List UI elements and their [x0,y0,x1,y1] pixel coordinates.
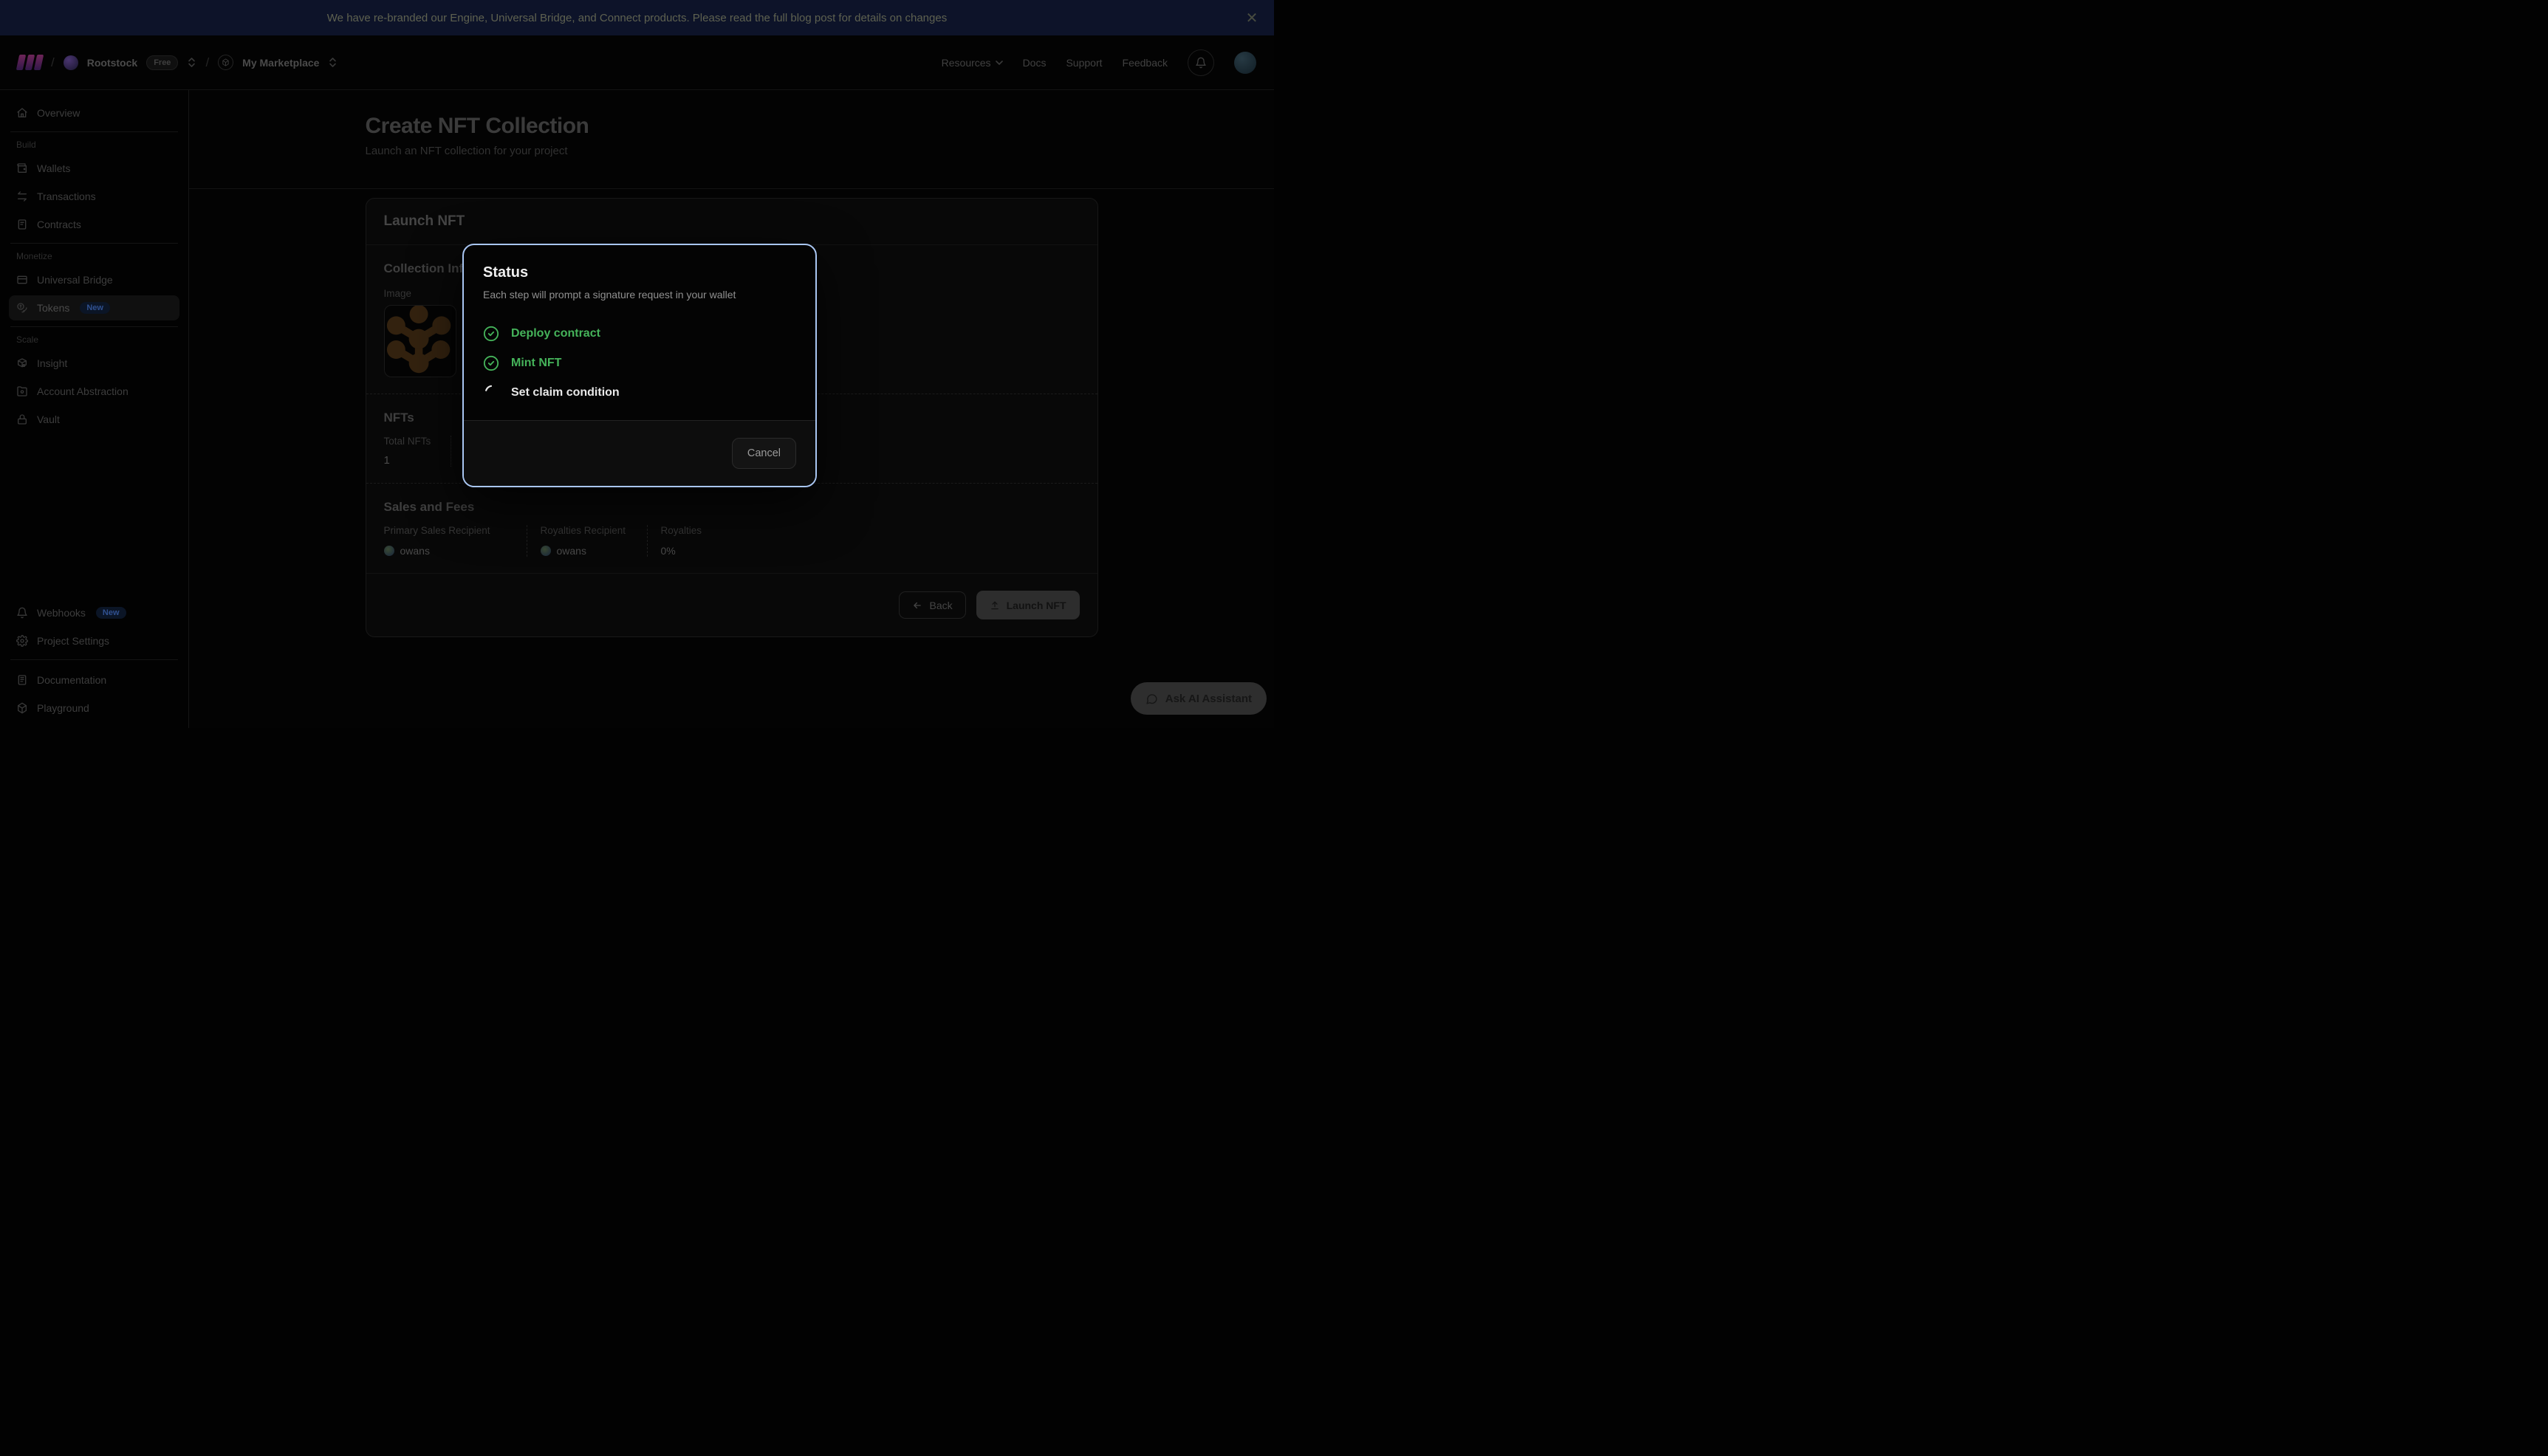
team-avatar [64,55,78,70]
cancel-button[interactable]: Cancel [732,438,796,469]
team-switcher-chevrons-icon[interactable] [187,57,196,68]
wallet-avatar [541,546,551,556]
divider [189,188,1274,189]
spinner-icon [483,385,499,401]
divider [10,243,178,244]
sidebar-item-universal-bridge[interactable]: Universal Bridge [9,267,179,292]
sidebar-item-transactions[interactable]: Transactions [9,184,179,209]
nft-collection-image [384,305,456,377]
sidebar-item-account-abstraction[interactable]: Account Abstraction [9,379,179,404]
home-icon [16,107,28,119]
plan-badge: Free [146,55,178,70]
insight-box-icon [16,357,28,369]
sidebar-item-insight[interactable]: Insight [9,351,179,376]
book-icon [16,674,28,686]
page-subtitle: Launch an NFT collection for your projec… [366,145,1098,157]
sidebar-item-playground[interactable]: Playground [9,696,179,721]
sidebar-section-scale: Scale [16,334,172,345]
folder-icon [16,385,28,397]
rebrand-banner: We have re-branded our Engine, Universal… [0,0,1274,35]
sidebar-section-monetize: Monetize [16,251,172,261]
royalties-label: Royalties [661,525,702,536]
step-set-claim-condition: Set claim condition [483,378,796,408]
project-cube-icon [218,55,233,70]
sidebar-section-build: Build [16,140,172,150]
coins-icon [16,302,28,314]
nav-resources[interactable]: Resources [942,57,1003,69]
divider [10,659,178,660]
sidebar-item-contracts[interactable]: Contracts [9,212,179,237]
step-mint-nft: Mint NFT [483,348,796,378]
wallet-icon [16,162,28,174]
nav-feedback[interactable]: Feedback [1123,57,1168,69]
lock-icon [16,413,28,425]
total-nfts-value: 1 [384,454,451,467]
nav-docs[interactable]: Docs [1023,57,1047,69]
modal-subtitle: Each step will prompt a signature reques… [483,289,796,301]
breadcrumb-team[interactable]: Rootstock [87,57,137,69]
chat-bubble-icon [1145,693,1158,705]
user-avatar[interactable] [1234,52,1256,74]
bridge-card-icon [16,274,28,286]
tokens-new-badge: New [80,302,110,314]
top-header: / Rootstock Free / My Marketplace Resour… [0,35,1274,90]
ask-ai-assistant-button[interactable]: Ask AI Assistant [1131,682,1267,715]
upload-icon [990,600,1000,611]
arrow-left-icon [912,600,922,611]
sidebar-item-tokens[interactable]: Tokens New [9,295,179,320]
gear-icon [16,635,28,647]
notifications-button[interactable] [1188,49,1214,76]
royalties-value: 0% [661,545,676,557]
transactions-arrows-icon [16,190,28,202]
thirdweb-logo-icon[interactable] [18,55,42,70]
status-modal: Status Each step will prompt a signature… [462,244,817,487]
contract-file-icon [16,219,28,230]
bell-icon [1195,57,1207,69]
divider [10,326,178,327]
royalties-recipient-label: Royalties Recipient [541,525,647,536]
page-title: Create NFT Collection [366,114,1098,139]
step-deploy-contract: Deploy contract [483,319,796,348]
breadcrumb-separator: / [51,55,55,70]
wallet-avatar [384,546,394,556]
banner-text: We have re-branded our Engine, Universal… [327,12,947,24]
sidebar-item-project-settings[interactable]: Project Settings [9,628,179,653]
back-button[interactable]: Back [899,591,965,619]
primary-sales-label: Primary Sales Recipient [384,525,527,536]
cube-icon [16,702,28,714]
divider [10,131,178,132]
sidebar-item-vault[interactable]: Vault [9,407,179,432]
royalties-recipient-value: owans [557,545,586,557]
sidebar-item-overview[interactable]: Overview [9,100,179,126]
check-circle-icon [483,355,499,371]
sales-fees-section: Sales and Fees Primary Sales Recipient o… [366,484,1097,573]
bell-icon [16,607,28,619]
sidebar: Overview Build Wallets Transactions Cont… [0,90,189,728]
sales-fees-title: Sales and Fees [384,500,1080,515]
breadcrumb-separator: / [205,55,209,70]
launch-nft-button[interactable]: Launch NFT [976,591,1080,619]
webhooks-new-badge: New [96,607,126,619]
project-switcher-chevrons-icon[interactable] [328,57,338,68]
breadcrumb-project[interactable]: My Marketplace [242,57,319,69]
check-circle-icon [483,326,499,342]
total-nfts-label: Total NFTs [384,436,451,447]
primary-sales-value: owans [400,545,430,557]
chevron-down-icon [996,61,1003,65]
sidebar-item-documentation[interactable]: Documentation [9,667,179,693]
modal-title: Status [483,264,796,281]
sidebar-item-wallets[interactable]: Wallets [9,156,179,181]
nav-support[interactable]: Support [1066,57,1102,69]
close-icon[interactable]: ✕ [1242,7,1262,28]
card-title: Launch NFT [384,213,1080,230]
sidebar-item-webhooks[interactable]: Webhooks New [9,600,179,625]
